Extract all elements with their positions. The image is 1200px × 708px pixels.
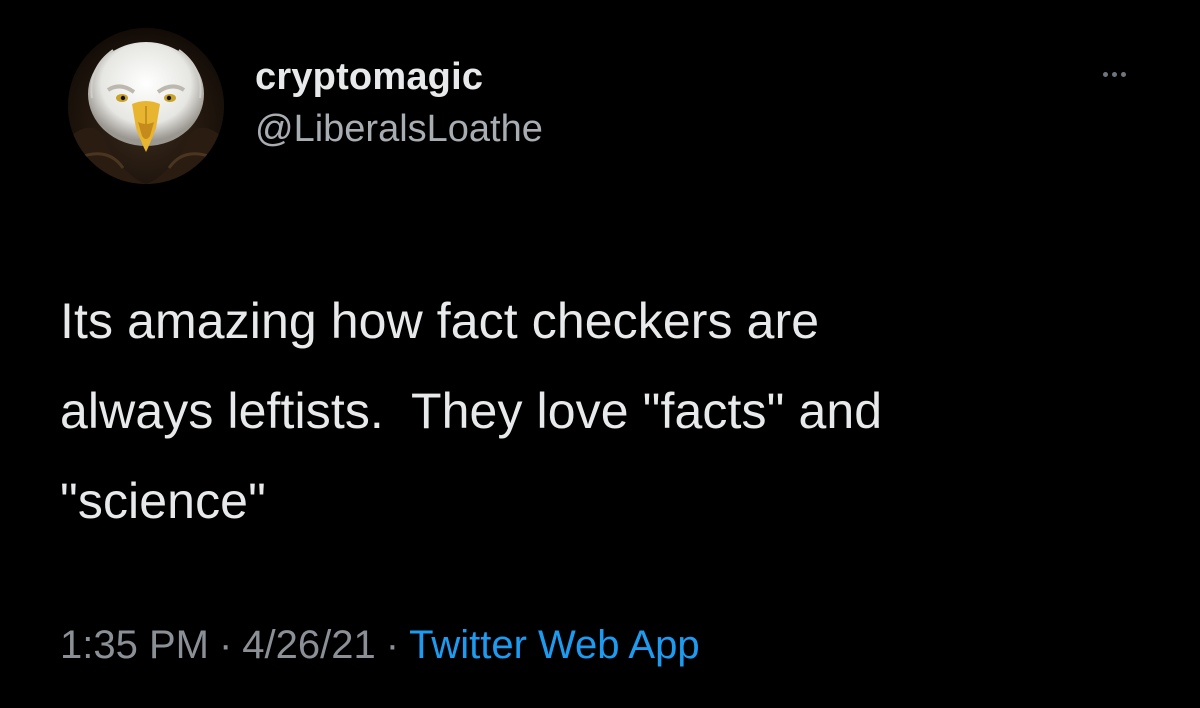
- more-options-icon-dot: [1111, 71, 1117, 77]
- meta-separator: ·: [218, 623, 233, 667]
- more-options-icon-dot: [1120, 71, 1126, 77]
- user-handle[interactable]: @LiberalsLoathe: [255, 106, 543, 152]
- bald-eagle-avatar-icon: [68, 28, 224, 184]
- tweet-text: Its amazing how fact checkers are always…: [60, 293, 883, 529]
- tweet-date[interactable]: 4/26/21: [242, 623, 375, 667]
- avatar[interactable]: [68, 28, 224, 184]
- tweet-source-link[interactable]: Twitter Web App: [409, 623, 700, 667]
- author-names: cryptomagic @LiberalsLoathe: [255, 54, 543, 152]
- more-options-icon: [1102, 71, 1108, 77]
- more-options-button[interactable]: [1090, 62, 1138, 86]
- display-name[interactable]: cryptomagic: [255, 54, 543, 100]
- tweet-meta: 1:35 PM · 4/26/21 · Twitter Web App: [60, 620, 700, 670]
- meta-separator: ·: [385, 623, 400, 667]
- tweet-time[interactable]: 1:35 PM: [60, 623, 209, 667]
- tweet-card: cryptomagic @LiberalsLoathe Its amazing …: [0, 0, 1200, 708]
